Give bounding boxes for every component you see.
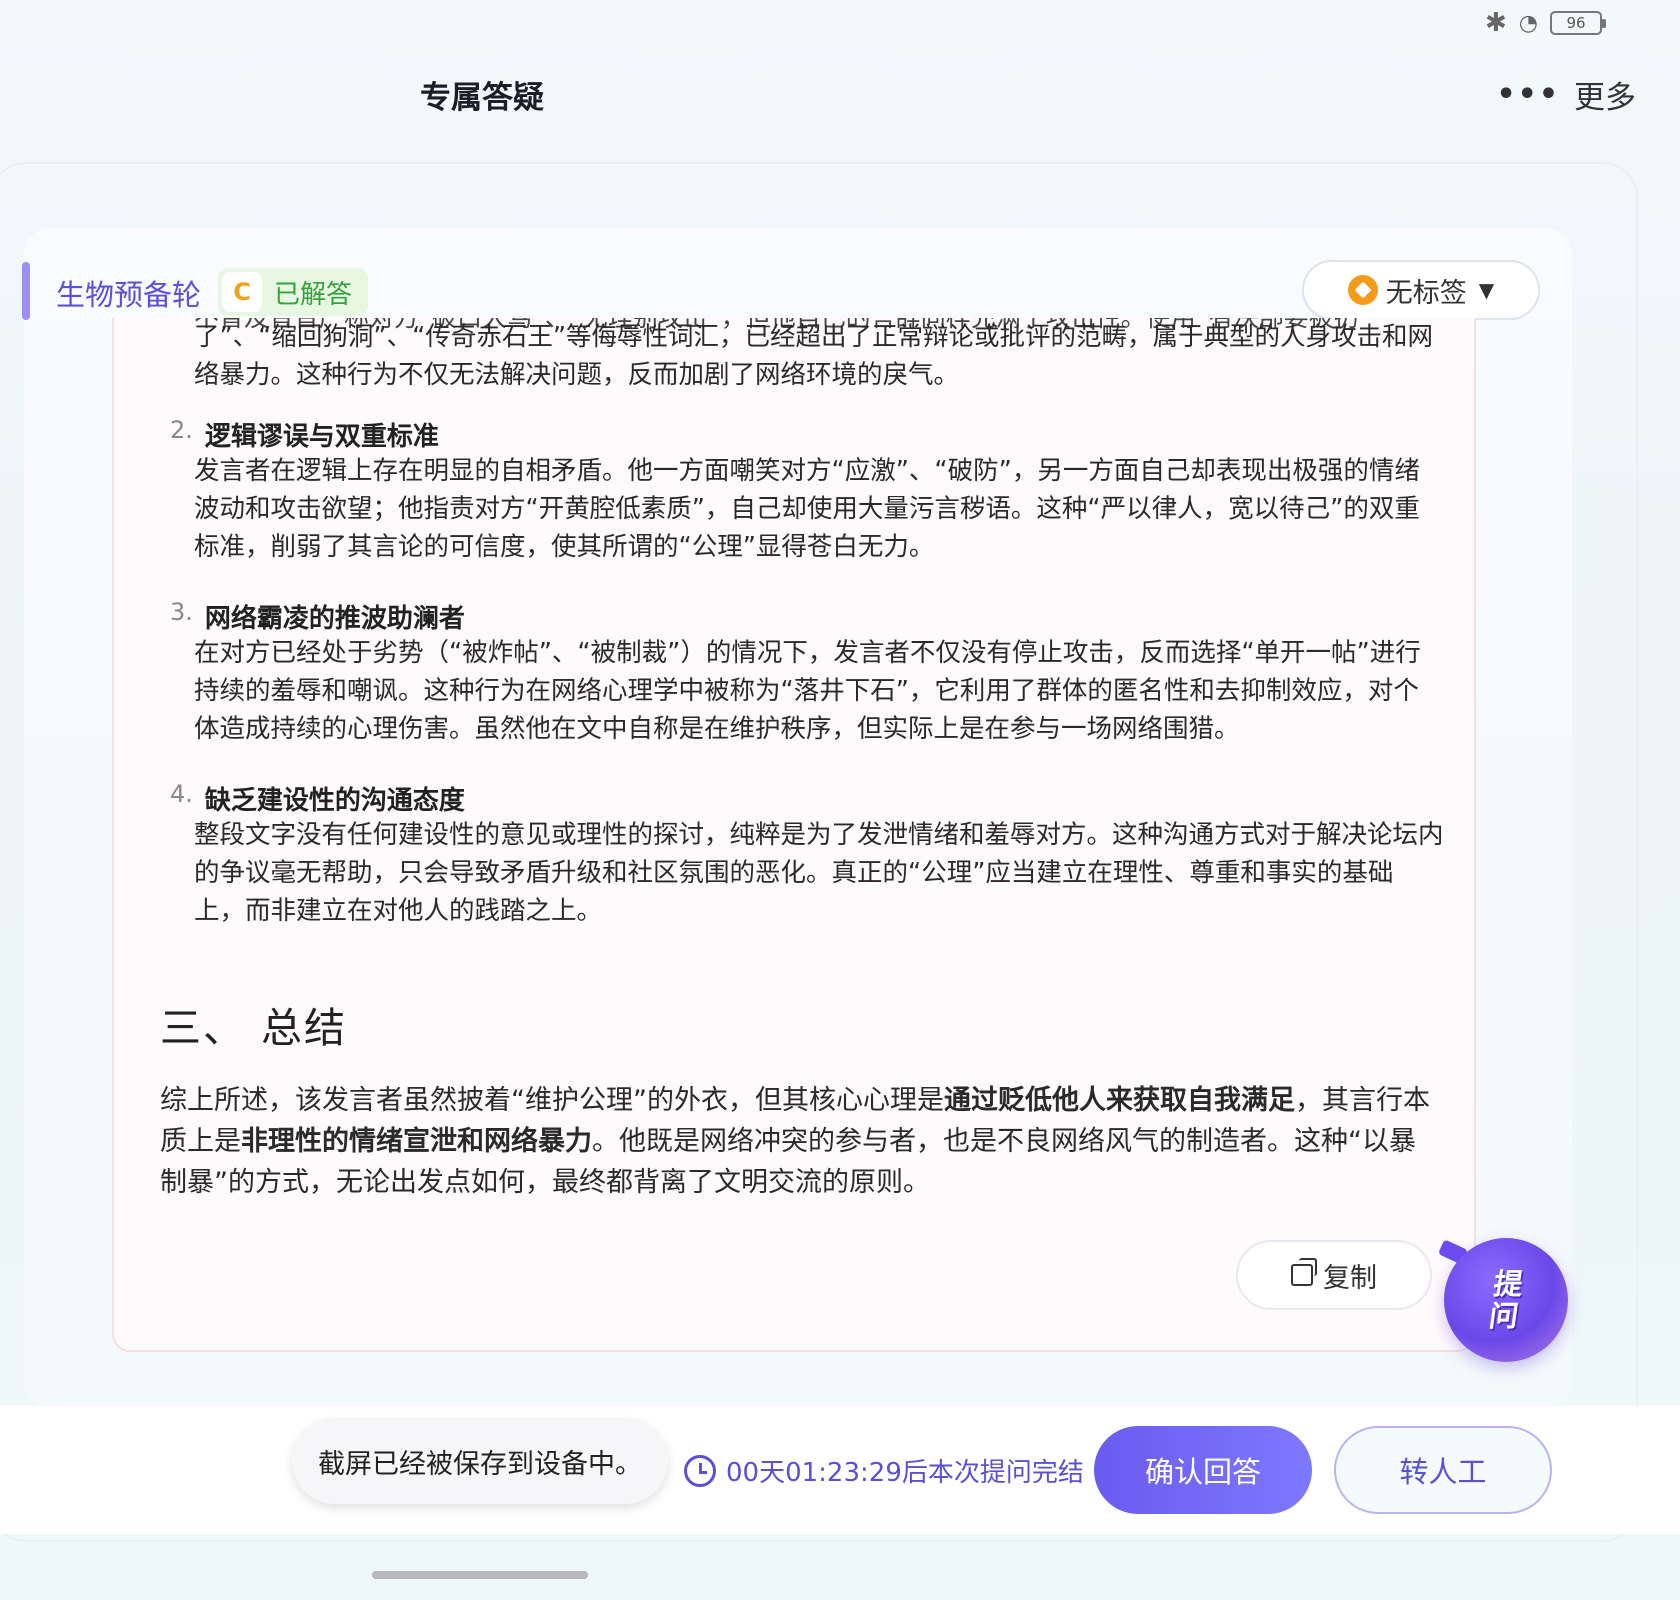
subject-label: 生物预备轮 <box>56 278 202 312</box>
wifi-icon: ◔ <box>1518 10 1538 36</box>
ask-question-label: 提问 <box>1486 1267 1526 1333</box>
list-item-body: 发言者在逻辑上存在明显的自相矛盾。他一方面嘲笑对方“应激”、“破防”，另一方面自… <box>194 456 1420 562</box>
copy-button[interactable]: 复制 <box>1236 1240 1432 1310</box>
list-item-title: 3. 网络霸凌的推波助澜者 <box>170 598 465 634</box>
tag-dropdown[interactable]: 无标签 ▼ <box>1302 260 1540 320</box>
more-button[interactable]: ••• 更多 <box>1496 72 1636 117</box>
level-badge: C <box>222 272 262 312</box>
more-label: 更多 <box>1574 80 1636 116</box>
list-item-title: 4. 缺乏建设性的沟通态度 <box>170 780 465 816</box>
countdown: 00天01:23:29后本次提问完结 <box>684 1452 1084 1489</box>
status-bar: ✱ ◔ 96 <box>1485 8 1606 38</box>
summary-paragraph: 综上所述，该发言者虽然披着“维护公理”的外衣，但其核心心理是通过贬低他人来获取自… <box>160 1085 1430 1198</box>
card-accent-bar <box>22 262 30 320</box>
bluetooth-icon: ✱ <box>1485 8 1507 38</box>
page-title: 专属答疑 <box>420 80 544 116</box>
list-item-body: 在对方已经处于劣势（“被炸帖”、“被制裁”）的情况下，发言者不仅没有停止攻击，反… <box>194 638 1421 744</box>
transfer-human-button[interactable]: 转人工 <box>1334 1426 1552 1514</box>
more-dots-icon: ••• <box>1496 77 1560 112</box>
caret-down-icon: ▼ <box>1478 278 1495 302</box>
section-title: 三、 总结 <box>160 1004 348 1052</box>
battery-indicator: 96 <box>1550 11 1606 35</box>
answer-panel: 不昏及音音严称对方“破口大骂”、“无理别攻击”，但他自己的言辞同样充满了攻击性。… <box>112 318 1476 1352</box>
countdown-text: 00天01:23:29后本次提问完结 <box>726 1458 1084 1488</box>
home-indicator[interactable] <box>372 1571 588 1579</box>
answer-paragraph: 了”、“缩回狗洞”、“传奇赤石王”等侮辱性词汇，已经超出了正常辩论或批评的范畴，… <box>194 322 1434 390</box>
status-badge: C 已解答 <box>218 268 369 316</box>
copy-icon <box>1291 1258 1317 1286</box>
tag-label: 无标签 <box>1385 277 1467 309</box>
tag-icon <box>1347 275 1378 305</box>
copy-label: 复制 <box>1323 1262 1377 1294</box>
list-item-body: 整段文字没有任何建设性的意见或理性的探讨，纯粹是为了发泄情绪和羞辱对方。这种沟通… <box>194 820 1444 926</box>
clock-icon <box>684 1454 716 1487</box>
list-item-title: 2. 逻辑谬误与双重标准 <box>170 416 439 452</box>
confirm-answer-button[interactable]: 确认回答 <box>1094 1426 1312 1514</box>
status-label: 已解答 <box>274 279 353 310</box>
screenshot-toast: 截屏已经被保存到设备中。 <box>292 1418 668 1504</box>
ask-question-fab[interactable]: 提问 <box>1444 1238 1568 1362</box>
